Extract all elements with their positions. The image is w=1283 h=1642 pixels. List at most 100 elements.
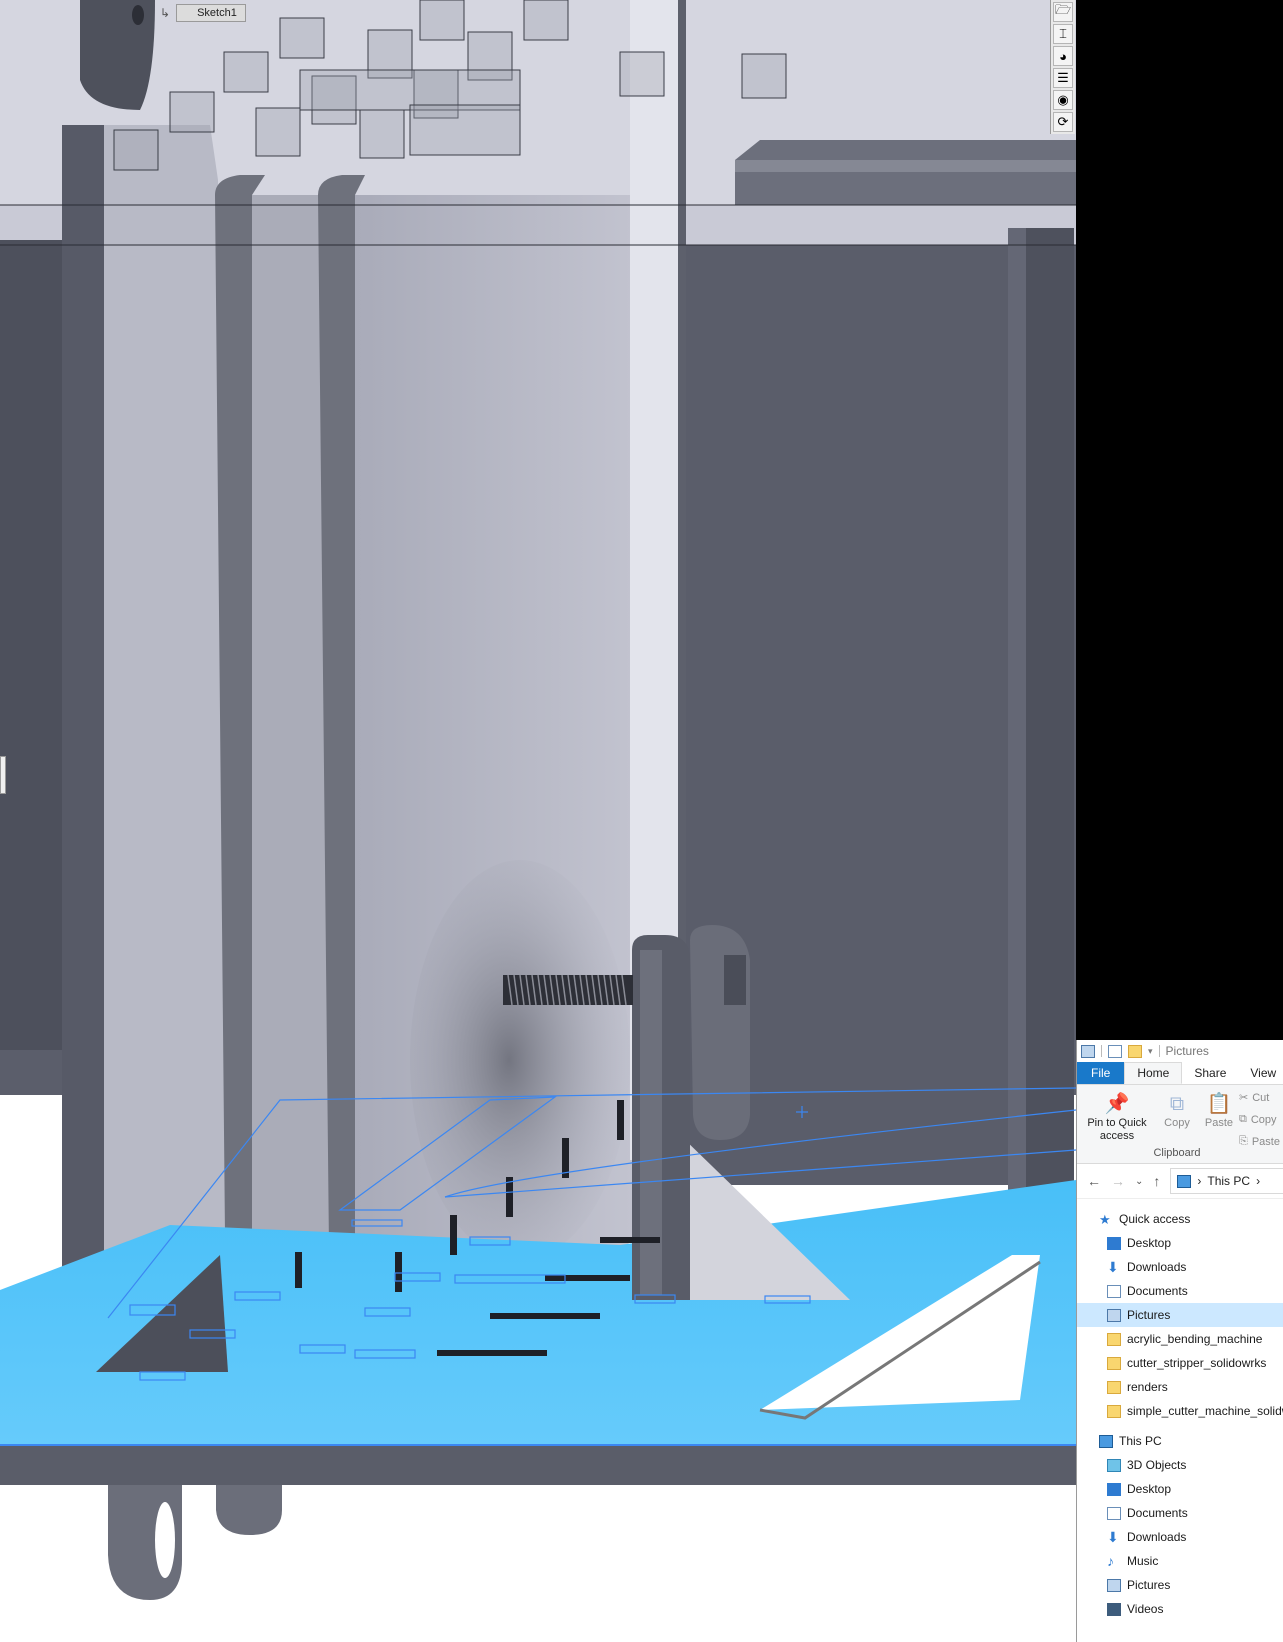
- ribbon-home: 📌 Pin to Quick access ⧉ Copy 📋 Paste ✂ Cu…: [1077, 1085, 1283, 1164]
- left-panel-flyout-handle[interactable]: [0, 756, 6, 794]
- nav-this-pc[interactable]: This PC: [1077, 1429, 1283, 1453]
- tab-share[interactable]: Share: [1182, 1062, 1238, 1084]
- quick-access-toolbar-dropdown-icon[interactable]: ▾: [1148, 1046, 1153, 1057]
- properties-quick-icon[interactable]: [1108, 1044, 1122, 1058]
- clipboard-group-label: Clipboard: [1153, 1147, 1201, 1159]
- folder-icon: [1107, 1356, 1121, 1370]
- new-folder-quick-icon[interactable]: [1128, 1044, 1142, 1058]
- nav-item[interactable]: ♪ Music: [1077, 1549, 1283, 1573]
- nav-item[interactable]: cutter_stripper_solidowrks: [1077, 1351, 1283, 1375]
- 3d-objects-icon: [1107, 1458, 1121, 1472]
- nav-item-label: Pictures: [1127, 1308, 1171, 1322]
- bottom-bracket-1-hole: [155, 1502, 175, 1578]
- cut-button[interactable]: ✂ Cut: [1239, 1091, 1269, 1105]
- file-explorer-window: ▾ Pictures File Home Share View 📌 Pin to Qu…: [1076, 1040, 1283, 1642]
- nav-quick-access[interactable]: ★ Quick access: [1077, 1207, 1283, 1231]
- pin-icon: 📌: [1104, 1093, 1130, 1115]
- address-this-pc[interactable]: This PC: [1207, 1174, 1250, 1188]
- window-title: Pictures: [1165, 1044, 1209, 1058]
- pictures-icon: [1107, 1308, 1121, 1322]
- address-bar-row: ← → ⌄ ↑ › This PC ›: [1077, 1164, 1283, 1199]
- nav-item-label: Music: [1127, 1554, 1159, 1568]
- downloads-icon: ⬇: [1107, 1258, 1119, 1275]
- tab-view[interactable]: View: [1238, 1062, 1283, 1084]
- nav-item[interactable]: simple_cutter_machine_solidw: [1077, 1399, 1283, 1423]
- cad-3d-model-view[interactable]: [0, 0, 1076, 1642]
- nav-item[interactable]: Videos: [1077, 1597, 1283, 1621]
- nav-item[interactable]: Documents: [1077, 1279, 1283, 1303]
- copy-icon: ⧉: [1169, 1093, 1185, 1115]
- forward-icon[interactable]: →: [1111, 1173, 1125, 1189]
- view-orientation-icon[interactable]: ◉: [1053, 90, 1073, 110]
- nav-item-label: Pictures: [1127, 1578, 1171, 1592]
- paste-button[interactable]: 📋 Paste: [1199, 1091, 1239, 1130]
- tab-file[interactable]: File: [1077, 1062, 1125, 1084]
- dimension-icon[interactable]: ⌶: [1053, 24, 1073, 44]
- nav-item-label: 3D Objects: [1127, 1458, 1187, 1472]
- desktop-icon: [1107, 1236, 1121, 1250]
- explorer-titlebar: ▾ Pictures: [1077, 1040, 1283, 1062]
- nav-item[interactable]: Desktop: [1077, 1231, 1283, 1255]
- back-icon[interactable]: ←: [1087, 1173, 1101, 1189]
- nav-item-label: Documents: [1127, 1284, 1188, 1298]
- nav-item[interactable]: Documents: [1077, 1501, 1283, 1525]
- recent-locations-icon[interactable]: ⌄: [1135, 1176, 1143, 1187]
- nav-item-label: acrylic_bending_machine: [1127, 1332, 1263, 1346]
- appearance-icon[interactable]: ◕: [1053, 46, 1073, 66]
- nav-item-label: Desktop: [1127, 1236, 1172, 1250]
- pin-to-quick-access-button[interactable]: 📌 Pin to Quick access: [1079, 1091, 1155, 1143]
- nav-item[interactable]: 3D Objects: [1077, 1453, 1283, 1477]
- copy-path-button[interactable]: ⧉ Copy: [1239, 1113, 1277, 1126]
- up-icon[interactable]: ↑: [1153, 1173, 1160, 1189]
- cad-graphics-area[interactable]: ↳ Sketch1 🗁 ⌶ ◕ ☰ ◉ ⟳: [0, 0, 1076, 1642]
- pictures-icon: [1107, 1578, 1121, 1592]
- nav-item-label: Desktop: [1127, 1482, 1172, 1496]
- navigation-pane: ★ Quick access Desktop ⬇ Downloads Document…: [1077, 1199, 1283, 1621]
- nav-item-label: Videos: [1127, 1602, 1164, 1616]
- nav-item[interactable]: ⬇ Downloads: [1077, 1255, 1283, 1279]
- nav-item-label: simple_cutter_machine_solidw: [1127, 1404, 1283, 1418]
- desktop-icon: [1107, 1482, 1121, 1496]
- heads-up-view-toolbar: 🗁 ⌶ ◕ ☰ ◉ ⟳: [1050, 0, 1075, 134]
- nav-item[interactable]: Pictures: [1077, 1573, 1283, 1597]
- nav-item[interactable]: acrylic_bending_machine: [1077, 1327, 1283, 1351]
- nav-item[interactable]: Desktop: [1077, 1477, 1283, 1501]
- nav-this-pc-label: This PC: [1119, 1434, 1162, 1448]
- top-bracket-hole: [132, 5, 144, 25]
- nav-item[interactable]: renders: [1077, 1375, 1283, 1399]
- copy-button[interactable]: ⧉ Copy: [1157, 1091, 1197, 1130]
- this-pc-icon: [1099, 1434, 1113, 1448]
- this-pc-icon: [1177, 1174, 1192, 1188]
- paste-shortcut-label: Paste: [1251, 1135, 1280, 1148]
- address-box[interactable]: › This PC ›: [1170, 1168, 1283, 1194]
- copy-path-icon: ⧉: [1239, 1113, 1247, 1125]
- sketch-label[interactable]: Sketch1: [176, 4, 246, 22]
- property-list-icon[interactable]: ☰: [1053, 68, 1073, 88]
- sketch-feature-tag[interactable]: ↳ Sketch1: [160, 2, 246, 24]
- copy-label: Copy: [1164, 1117, 1190, 1129]
- documents-icon: [1107, 1506, 1121, 1520]
- sketch-arrow-icon: ↳: [160, 6, 171, 20]
- nav-item[interactable]: ⬇ Downloads: [1077, 1525, 1283, 1549]
- nav-item-label: cutter_stripper_solidowrks: [1127, 1356, 1267, 1370]
- tab-home[interactable]: Home: [1124, 1062, 1183, 1084]
- threaded-rod: [503, 974, 633, 1006]
- music-icon: ♪: [1107, 1552, 1114, 1569]
- paste-label: Paste: [1204, 1117, 1234, 1129]
- videos-icon: [1107, 1602, 1121, 1616]
- window-icon: [1081, 1044, 1095, 1058]
- nav-item[interactable]: Pictures: [1077, 1303, 1283, 1327]
- rebuild-icon[interactable]: ⟳: [1053, 112, 1073, 132]
- base-front-edge: [0, 1445, 1076, 1485]
- nav-item-label: Downloads: [1127, 1530, 1187, 1544]
- bottom-bracket-2: [216, 1485, 282, 1535]
- nav-item-label: renders: [1127, 1380, 1168, 1394]
- address-separator-2: ›: [1256, 1174, 1261, 1188]
- pin-label: Pin to Quick access: [1087, 1117, 1147, 1142]
- folder-icon: [1107, 1404, 1121, 1418]
- documents-icon: [1107, 1284, 1121, 1298]
- copy-path-label: Copy: [1250, 1113, 1277, 1126]
- clamp-cam-hub: [724, 955, 746, 1005]
- bolt-shadow: [410, 860, 630, 1260]
- folder-open-icon[interactable]: 🗁: [1053, 2, 1073, 22]
